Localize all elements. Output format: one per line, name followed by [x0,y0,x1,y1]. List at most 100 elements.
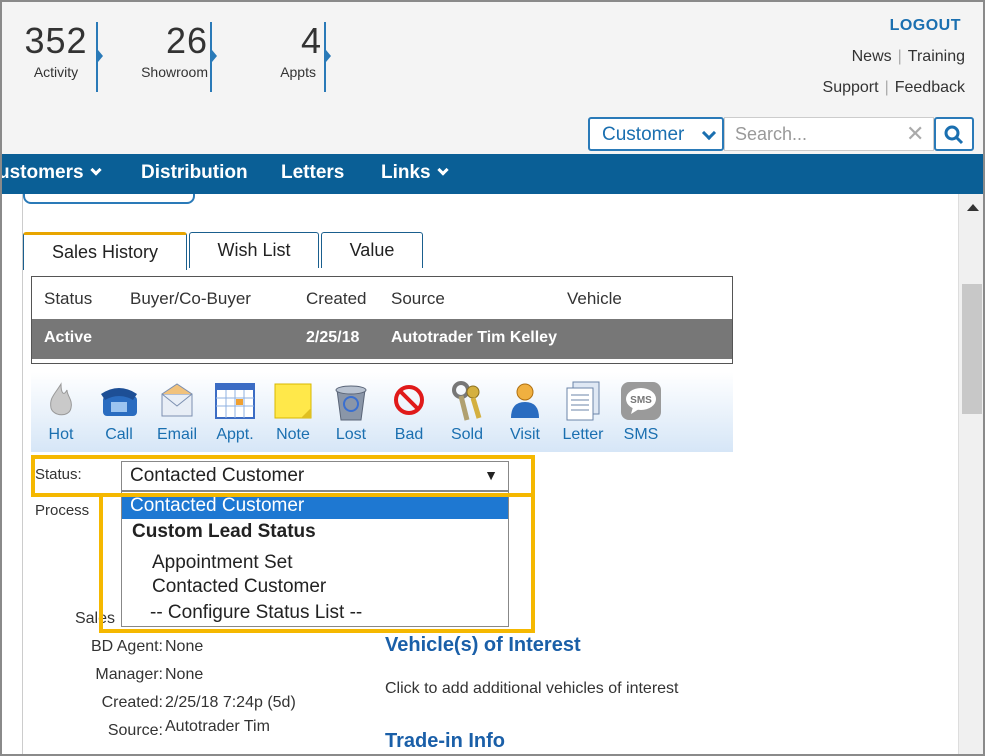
process-label: Process [35,502,90,519]
app-window: 352 Activity 26 Showroom 4 Appts LOGOUT … [0,0,985,756]
nav-customers-label: ustomers [0,162,84,183]
stat-activity[interactable]: 352 Activity [24,20,88,80]
support-link[interactable]: Support [823,79,879,96]
col-source[interactable]: Source [391,289,445,309]
search-button[interactable] [934,117,974,151]
sms-icon: SMS [619,380,663,422]
training-link[interactable]: Training [908,48,965,65]
stat-showroom-value: 26 [165,20,208,61]
search-type-value: Customer [602,124,685,145]
news-link[interactable]: News [852,48,892,65]
created-label: Created: [101,694,163,711]
row-created: 2/25/18 [306,329,360,346]
chevron-down-icon [701,125,717,141]
col-created[interactable]: Created [306,289,366,309]
stat-showroom-label: Showroom [141,64,208,80]
main-nav: ustomers Distribution Letters Links [0,154,983,194]
created-value: 2/25/18 7:24p (5d) [165,694,296,711]
lead-panel: Sales History Wish List Value Status Buy… [22,194,738,754]
vehicles-add-text[interactable]: Click to add additional vehicles of inte… [385,680,679,698]
hot-label: Hot [48,426,74,443]
tab-wish-list[interactable]: Wish List [189,232,319,268]
content-area: Sales History Wish List Value Status Buy… [2,194,958,754]
stat-appts[interactable]: 4 Appts [266,20,322,80]
sold-label: Sold [450,426,484,443]
svg-text:SMS: SMS [630,395,652,406]
bad-label: Bad [394,426,424,443]
phone-icon [97,380,141,422]
visit-button[interactable]: Visit [497,380,553,444]
row-status: Active [44,329,93,346]
bd-agent-label: BD Agent: [90,638,163,655]
header-links-row2: Support | Feedback [822,79,965,96]
flame-icon [39,380,83,422]
bd-agent-value: None [165,638,204,655]
search-input[interactable] [724,117,934,151]
col-status[interactable]: Status [44,289,92,309]
note-button[interactable]: Note [265,380,321,444]
stat-appts-value: 4 [300,20,322,61]
vehicles-heading[interactable]: Vehicle(s) of Interest [385,634,581,657]
hot-button[interactable]: Hot [33,380,89,444]
table-row[interactable]: Active 2/25/18 Autotrader Tim Kelley [32,319,732,359]
vertical-scrollbar[interactable] [958,194,983,754]
appt-label: Appt. [216,426,254,443]
search-type-select[interactable]: Customer [588,117,724,151]
calendar-icon [213,380,257,422]
nav-customers[interactable]: ustomers [0,162,102,184]
nav-letters[interactable]: Letters [281,162,344,184]
clear-icon[interactable]: ✕ [906,121,924,147]
email-button[interactable]: Email [149,380,205,444]
stat-showroom[interactable]: 26 Showroom [122,20,208,80]
stat-activity-value: 352 [24,20,88,61]
chevron-down-icon [436,164,449,176]
lost-button[interactable]: Lost [323,380,379,444]
sms-label: SMS [623,426,659,443]
keys-icon [445,380,489,422]
email-label: Email [156,426,197,443]
header-links-row1: News | Training [851,48,965,65]
bad-button[interactable]: Bad [381,380,437,444]
logout-link[interactable]: LOGOUT [890,17,961,35]
scroll-up-arrow-icon[interactable] [967,204,979,211]
lost-label: Lost [335,426,367,443]
collapsed-panel [23,194,195,204]
highlight-box [31,455,535,497]
trash-icon [329,380,373,422]
source-label: Source: [107,722,163,739]
nav-distribution[interactable]: Distribution [141,162,248,184]
sales-history-table: Status Buyer/Co-Buyer Created Source Veh… [31,276,733,364]
col-buyer[interactable]: Buyer/Co-Buyer [130,289,251,309]
top-header: 352 Activity 26 Showroom 4 Appts LOGOUT … [2,2,983,154]
search-icon [944,125,964,145]
call-button[interactable]: Call [91,380,147,444]
highlight-box [99,493,535,633]
feedback-link[interactable]: Feedback [895,79,965,96]
col-vehicle[interactable]: Vehicle [567,289,622,309]
tab-value[interactable]: Value [321,232,423,268]
envelope-icon [155,380,199,422]
appt-button[interactable]: Appt. [207,380,263,444]
stat-divider [324,22,331,92]
search-bar: Customer ✕ [588,117,974,151]
nav-links[interactable]: Links [381,162,449,184]
tradein-heading[interactable]: Trade-in Info [385,730,505,753]
person-icon [503,380,547,422]
source-value: Autotrader Tim [165,718,270,735]
stat-divider [96,22,103,92]
tab-sales-history[interactable]: Sales History [23,232,187,270]
letter-button[interactable]: Letter [555,380,611,444]
scroll-thumb[interactable] [962,284,982,414]
stat-appts-label: Appts [280,64,316,80]
sticky-note-icon [271,380,315,422]
nav-links-label: Links [381,162,431,183]
action-toolbar: Hot Call Email Appt. Note Lost Bad Sold … [31,372,733,452]
prohibited-icon [387,380,431,422]
sms-button[interactable]: SMS SMS [613,380,669,444]
document-icon [561,380,605,422]
sold-button[interactable]: Sold [439,380,495,444]
visit-label: Visit [510,426,540,443]
row-source: Autotrader Tim Kelley [391,329,557,346]
note-label: Note [276,426,310,443]
manager-label: Manager: [95,666,163,683]
